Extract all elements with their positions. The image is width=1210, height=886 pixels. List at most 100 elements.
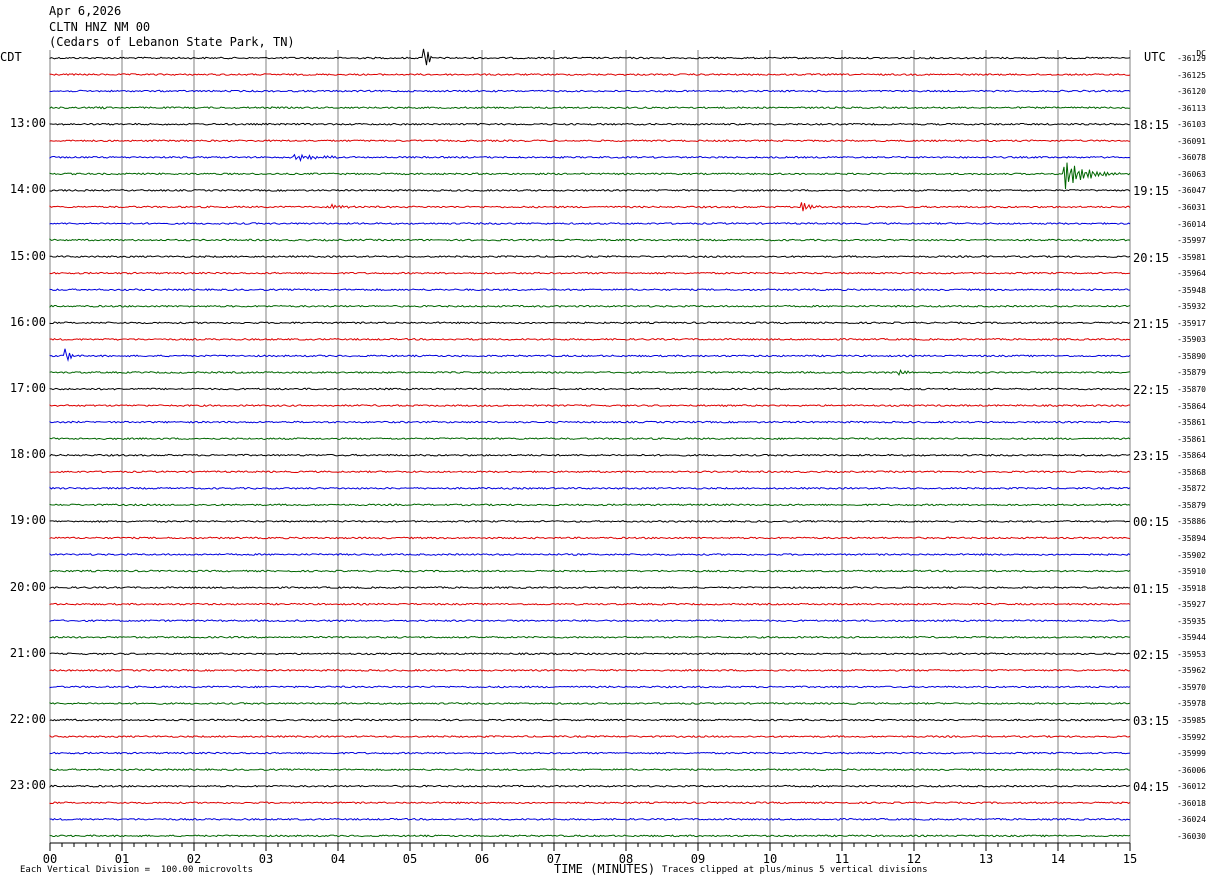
x-tick-label: 06 — [474, 852, 490, 866]
x-tick-label: 03 — [258, 852, 274, 866]
dc-offset-label: -35918 — [1177, 583, 1206, 593]
trace-42 — [49, 751, 1131, 755]
dc-offset-label: -35932 — [1177, 302, 1206, 312]
dc-offset-label: -35948 — [1177, 285, 1206, 295]
right-hour-label: 03:15 — [1133, 714, 1170, 728]
dc-offset-label: -36014 — [1177, 219, 1206, 229]
trace-27 — [49, 503, 1131, 507]
dc-offset-label: -35935 — [1177, 616, 1206, 626]
trace-39 — [49, 701, 1131, 705]
dc-offset-label: -36030 — [1177, 831, 1206, 841]
right-hour-label: 23:15 — [1133, 449, 1170, 464]
trace-36 — [49, 652, 1131, 656]
dc-offset-label: -35962 — [1177, 666, 1206, 676]
dc-offset-label: -36103 — [1177, 120, 1206, 130]
x-tick-label: 01 — [114, 852, 130, 866]
trace-15 — [49, 304, 1131, 308]
dc-offset-label: -35872 — [1177, 484, 1206, 494]
trace-3 — [49, 106, 1131, 110]
trace-24 — [49, 453, 1131, 458]
trace-31 — [49, 569, 1131, 573]
dc-offset-label: -35879 — [1177, 368, 1206, 378]
trace-10 — [49, 222, 1131, 225]
dc-offset-label: -36078 — [1177, 153, 1206, 163]
right-hour-label: 18:15 — [1133, 118, 1170, 133]
dc-offset-label: -35970 — [1177, 682, 1206, 692]
dc-offset-label: -36129 — [1177, 54, 1206, 63]
trace-47 — [49, 834, 1131, 838]
trace-38 — [49, 685, 1131, 689]
trace-35 — [49, 635, 1131, 639]
dc-offset-label: -35944 — [1177, 633, 1206, 643]
right-hour-label: 22:15 — [1133, 383, 1170, 397]
trace-8 — [49, 188, 1131, 192]
left-hour-label: 16:00 — [9, 314, 46, 329]
trace-32 — [49, 586, 1131, 590]
trace-5 — [49, 139, 1131, 143]
trace-33 — [49, 602, 1131, 606]
x-tick-label: 05 — [402, 852, 418, 866]
trace-41 — [49, 734, 1131, 738]
x-tick-label: 02 — [186, 852, 202, 866]
trace-22 — [49, 420, 1131, 424]
left-hour-label: 18:00 — [9, 447, 46, 462]
left-hour-label: 19:00 — [9, 513, 46, 528]
dc-offset-label: -36120 — [1177, 87, 1206, 97]
dc-offset-label: -35903 — [1177, 335, 1206, 345]
trace-34 — [49, 619, 1131, 623]
trace-4 — [49, 122, 1131, 126]
left-hour-label: 13:00 — [9, 116, 46, 131]
dc-offset-label: -36006 — [1177, 765, 1206, 775]
trace-9 — [49, 202, 1131, 212]
dc-offset-label: -36091 — [1177, 136, 1206, 146]
dc-offset-label: -35917 — [1177, 318, 1206, 328]
trace-25 — [49, 470, 1131, 474]
trace-11 — [49, 238, 1131, 242]
dc-offset-label: -35861 — [1177, 418, 1206, 428]
trace-29 — [49, 536, 1131, 540]
right-hour-label: 04:15 — [1133, 780, 1170, 795]
right-hour-label: 19:15 — [1133, 184, 1170, 199]
x-tick-label: 15 — [1122, 852, 1138, 866]
trace-0 — [49, 48, 1131, 66]
x-tick-label: 13 — [978, 852, 994, 866]
trace-30 — [49, 553, 1131, 557]
trace-12 — [49, 254, 1131, 259]
trace-18 — [49, 348, 1131, 363]
footer-xlabel: TIME (MINUTES) — [554, 862, 656, 876]
trace-1 — [49, 73, 1131, 77]
dc-offset-label: -35861 — [1177, 434, 1206, 444]
dc-offset-label: -35910 — [1177, 567, 1206, 577]
dc-offset-label: -35953 — [1177, 649, 1206, 659]
dc-offset-label: -35997 — [1177, 236, 1206, 246]
x-tick-label: 00 — [42, 852, 58, 866]
right-hour-label: 01:15 — [1133, 581, 1170, 596]
right-hour-label: 21:15 — [1133, 316, 1170, 331]
left-hour-label: 20:00 — [9, 579, 46, 594]
trace-43 — [49, 768, 1131, 772]
dc-offset-label: -36063 — [1177, 169, 1206, 179]
dc-offset-label: -35868 — [1177, 467, 1206, 477]
trace-44 — [49, 784, 1131, 788]
dc-offset-label: -36024 — [1177, 815, 1206, 825]
dc-offset-label: -35864 — [1177, 401, 1206, 411]
dc-offset-label: -36018 — [1177, 798, 1206, 808]
trace-19 — [49, 369, 1131, 377]
x-tick-label: 10 — [762, 852, 778, 866]
trace-13 — [49, 271, 1131, 275]
trace-28 — [49, 519, 1131, 523]
x-tick-label: 04 — [330, 852, 346, 866]
dc-offset-label: -35886 — [1177, 517, 1206, 527]
dc-offset-label: -36012 — [1177, 782, 1206, 792]
trace-7 — [49, 162, 1131, 190]
trace-14 — [49, 288, 1131, 292]
dc-offset-label: -35879 — [1177, 500, 1206, 510]
dc-offset-label: -35981 — [1177, 252, 1206, 262]
trace-21 — [49, 404, 1131, 407]
dc-offset-label: -35870 — [1177, 385, 1206, 394]
dc-offset-label: -35927 — [1177, 600, 1206, 610]
dc-offset-label: -36047 — [1177, 186, 1206, 196]
left-hour-label: 17:00 — [9, 381, 46, 395]
trace-46 — [49, 817, 1131, 821]
trace-37 — [49, 668, 1131, 672]
